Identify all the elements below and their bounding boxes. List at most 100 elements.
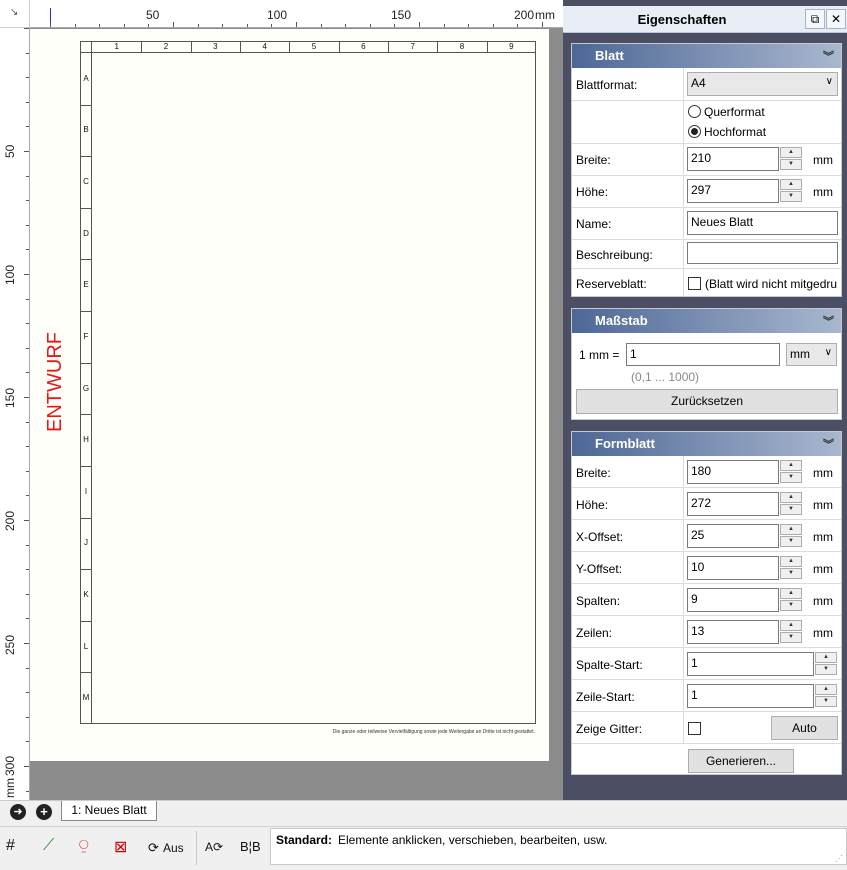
v-ruler-label: 250 (3, 634, 17, 655)
name-label: Name: (576, 217, 612, 231)
add-sheet-icon[interactable]: + (36, 804, 52, 820)
row-blattformat: Blattformat: A4 ∨ (572, 68, 841, 101)
field-input[interactable]: 1 (687, 684, 814, 708)
tab-sheet-1[interactable]: 1: Neues Blatt (61, 801, 157, 821)
resize-grip-icon[interactable]: ⋰ (835, 854, 843, 863)
v-ruler-tick (24, 766, 29, 767)
undock-icon[interactable]: ⧉ (805, 9, 825, 29)
row-formblatt-field: Breite: 180 ▲ ▼ mm (572, 456, 841, 488)
field-stepper[interactable]: ▲ ▼ (780, 588, 803, 612)
width-stepper[interactable]: ▲ ▼ (780, 147, 803, 171)
snap-off-icon[interactable]: ⊠ (114, 837, 127, 857)
rotate-icon[interactable]: ⟳ (148, 840, 159, 856)
field-unit: mm (813, 530, 833, 544)
field-input[interactable]: 13 (687, 620, 779, 644)
scale-input[interactable]: 1 (626, 343, 780, 366)
collapse-chevron-icon[interactable]: ︾ (823, 313, 834, 329)
landscape-radio[interactable] (688, 105, 701, 118)
auto-button[interactable]: Auto (771, 716, 838, 740)
section-header-blatt[interactable]: Blatt ︾ (572, 44, 841, 68)
field-input[interactable]: 25 (687, 524, 779, 548)
height-input[interactable]: 297 (687, 179, 779, 203)
status-mode: Standard: (276, 833, 333, 847)
field-label: Höhe: (576, 498, 609, 512)
row-tick (80, 259, 92, 261)
field-unit: mm (813, 594, 833, 608)
row-formblatt-field: Zeile-Start: 1 ▲ ▼ (572, 680, 841, 712)
scale-unit-select[interactable]: mm ∨ (786, 343, 837, 366)
grid-checkbox[interactable] (688, 722, 701, 735)
scale-unit: mm (790, 347, 810, 361)
reserve-checkbox[interactable] (688, 277, 701, 290)
text-replace-icon[interactable]: A⟳ (205, 840, 223, 854)
field-unit: mm (813, 466, 833, 480)
field-input[interactable]: 10 (687, 556, 779, 580)
h-ruler-tick (50, 22, 51, 27)
name-input[interactable]: Neues Blatt (687, 211, 838, 235)
row-tick (80, 311, 92, 313)
status-text: Elemente anklicken, verschieben, bearbei… (338, 833, 608, 847)
tab-label: 1: Neues Blatt (71, 803, 147, 817)
generate-button[interactable]: Generieren... (688, 749, 794, 773)
field-label: Zeile-Start: (576, 690, 635, 704)
column-tick (486, 41, 488, 53)
field-stepper[interactable]: ▲ ▼ (815, 684, 838, 708)
field-input[interactable]: 9 (687, 588, 779, 612)
field-label: Spalte-Start: (576, 658, 643, 672)
field-stepper[interactable]: ▲ ▼ (780, 556, 803, 580)
column-label: 3 (213, 42, 218, 51)
v-ruler-label: 100 (3, 264, 17, 285)
portrait-label[interactable]: Hochformat (704, 125, 766, 139)
row-label: H (83, 435, 89, 445)
row-label: I (84, 486, 88, 496)
width-unit: mm (813, 153, 833, 167)
snap-intersect-icon[interactable]: ⍜ (79, 837, 89, 855)
column-label: 5 (311, 42, 317, 51)
collapse-chevron-icon[interactable]: ︾ (823, 48, 834, 64)
scale-range: (0,1 ... 1000) (631, 370, 700, 384)
row-formblatt-field: X-Offset: 25 ▲ ▼ mm (572, 520, 841, 552)
format-label: Blattformat: (576, 78, 638, 92)
portrait-radio[interactable] (688, 125, 701, 138)
reset-button[interactable]: Zurücksetzen (576, 389, 838, 414)
height-unit: mm (813, 185, 833, 199)
h-ruler-tick (369, 24, 371, 27)
row-label: B (83, 125, 89, 135)
column-label: 8 (459, 42, 465, 51)
height-stepper[interactable]: ▲ ▼ (780, 179, 803, 203)
width-input[interactable]: 210 (687, 147, 779, 171)
aus-label[interactable]: Aus (163, 841, 184, 855)
collapse-chevron-icon[interactable]: ︾ (823, 436, 834, 452)
v-ruler-label: 300 (3, 755, 17, 776)
h-ruler-tick (443, 24, 445, 27)
draft-watermark: ENTWURF (44, 332, 66, 432)
field-input[interactable]: 1 (687, 652, 814, 676)
chevron-down-icon: ∨ (824, 347, 832, 358)
row-formblatt-field: Y-Offset: 10 ▲ ▼ mm (572, 552, 841, 584)
row-tick (80, 207, 92, 209)
field-input[interactable]: 180 (687, 460, 779, 484)
row-label: A (83, 73, 89, 83)
field-stepper[interactable]: ▲ ▼ (780, 460, 803, 484)
field-stepper[interactable]: ▲ ▼ (780, 620, 803, 644)
section-header-formblatt[interactable]: Formblatt ︾ (572, 432, 841, 456)
snap-node-icon[interactable]: ⟋ (43, 837, 54, 855)
panel-title: Eigenschaften (637, 12, 727, 27)
close-icon[interactable]: ✕ (826, 9, 846, 29)
grid-icon[interactable]: # (6, 837, 15, 855)
landscape-label[interactable]: Querformat (704, 105, 765, 119)
text-split-icon[interactable]: B¦B (240, 839, 261, 854)
section-header-massstab[interactable]: Maßstab ︾ (572, 309, 841, 333)
field-unit: mm (813, 626, 833, 640)
field-stepper[interactable]: ▲ ▼ (780, 524, 803, 548)
section-title: Maßstab (595, 313, 648, 328)
status-bar: Standard: Elemente anklicken, verschiebe… (270, 828, 847, 865)
field-stepper[interactable]: ▲ ▼ (780, 492, 803, 516)
section-blatt: Blatt ︾ Blattformat: A4 ∨ Querformat Hochf… (571, 43, 842, 297)
next-sheet-icon[interactable]: ➜ (10, 804, 26, 820)
description-input[interactable] (687, 242, 838, 264)
format-select[interactable]: A4 ∨ (687, 72, 838, 96)
field-stepper[interactable]: ▲ ▼ (815, 652, 838, 676)
field-input[interactable]: 272 (687, 492, 779, 516)
h-ruler-label: 100 (267, 8, 288, 22)
